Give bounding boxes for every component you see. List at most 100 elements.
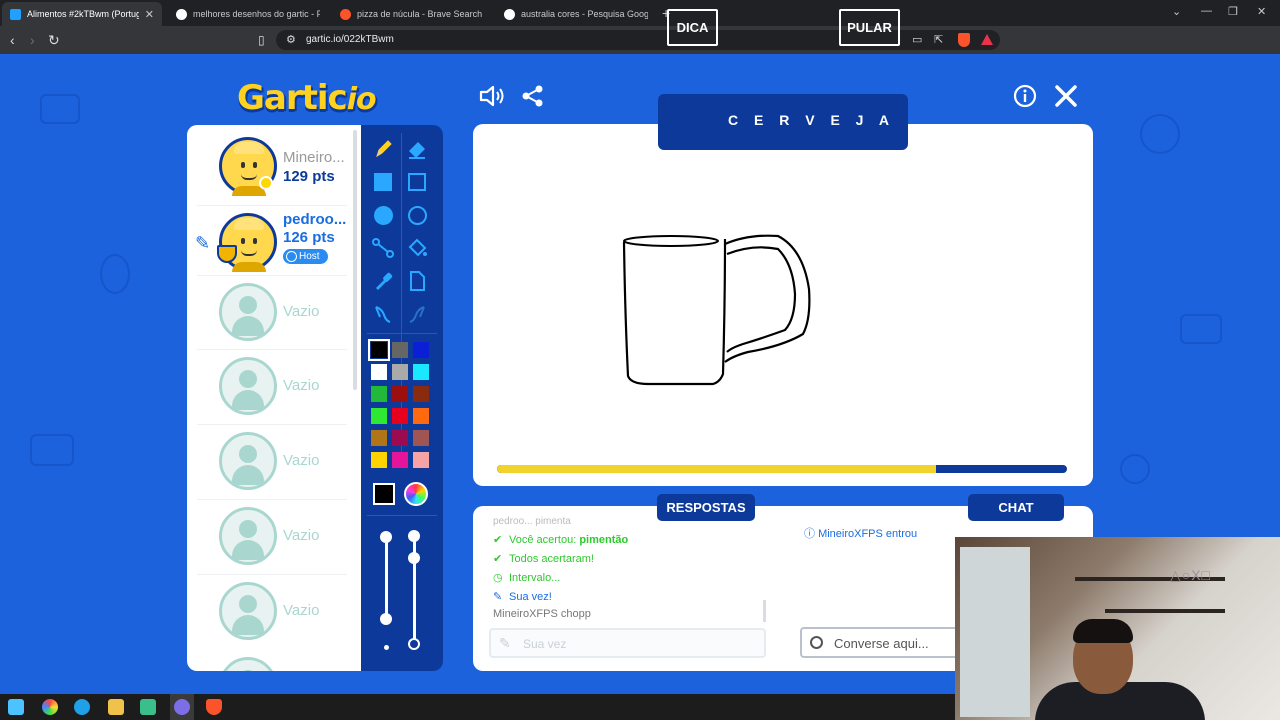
cast-icon[interactable]: ▭	[912, 33, 922, 46]
background-doodle	[30, 434, 74, 466]
browser-tab-4[interactable]: australia cores - Pesquisa Google	[496, 2, 656, 26]
chat-placeholder: Converse aqui...	[834, 636, 929, 651]
empty-avatar-icon	[219, 657, 277, 671]
chat-input[interactable]: Converse aqui...	[800, 627, 960, 658]
color-swatch[interactable]	[413, 408, 429, 424]
color-swatch[interactable]	[413, 364, 429, 380]
bookmark-icon[interactable]: ▯	[258, 33, 265, 47]
brush-size-slider-track[interactable]	[385, 540, 388, 620]
skip-button[interactable]: PULAR	[839, 9, 900, 46]
brave-rewards-icon[interactable]	[981, 34, 993, 45]
webcam-window	[960, 547, 1030, 717]
brave-taskbar-icon[interactable]	[206, 699, 222, 715]
color-swatch[interactable]	[413, 452, 429, 468]
color-swatch[interactable]	[392, 452, 408, 468]
color-picker-wheel-icon[interactable]	[404, 482, 428, 506]
new-page-tool-icon[interactable]	[401, 265, 433, 297]
sound-icon[interactable]	[478, 84, 506, 108]
answer-line: ✔ Todos acertaram!	[493, 552, 594, 565]
brave-shield-icon[interactable]	[958, 33, 970, 47]
close-window-icon[interactable]: ✕	[1257, 5, 1266, 18]
fill-bucket-tool-icon[interactable]	[401, 232, 433, 264]
info-icon[interactable]	[1013, 84, 1037, 108]
hint-button[interactable]: DICA	[667, 9, 718, 46]
mug-drawing	[622, 234, 811, 386]
answer-text: Você acertou:	[509, 534, 580, 546]
store-icon[interactable]	[140, 699, 156, 715]
round-timer-fill	[497, 465, 936, 473]
color-swatch[interactable]	[371, 452, 387, 468]
circle-tool-icon[interactable]	[401, 199, 433, 231]
close-game-icon[interactable]	[1054, 84, 1078, 108]
eyedropper-tool-icon[interactable]	[367, 265, 399, 297]
empty-slot: Vazio	[187, 349, 355, 423]
drawing-canvas[interactable]	[473, 124, 1093, 486]
color-swatch[interactable]	[413, 342, 429, 358]
answer-line: ✔ Você acertou: pimentão	[493, 533, 628, 546]
divider	[367, 333, 437, 334]
filled-circle-tool-icon[interactable]	[367, 199, 399, 231]
answers-scrollbar[interactable]	[763, 600, 766, 622]
answer-input[interactable]: ✎ Sua vez	[489, 628, 766, 658]
edge-taskbar-icon[interactable]	[74, 699, 90, 715]
file-explorer-icon[interactable]	[108, 699, 124, 715]
color-swatch[interactable]	[392, 430, 408, 446]
brave-favicon-icon	[340, 8, 351, 20]
color-swatch[interactable]	[371, 386, 387, 402]
current-color-swatch[interactable]	[373, 483, 395, 505]
answer-text: MineiroXFPS chopp	[493, 608, 591, 620]
browser-tab-bar: Alimentos #2kTBwm (Portuguê... ✕ melhore…	[0, 0, 1280, 26]
players-panel: Mineiro... 129 pts ✎ pedroo... 126 pts H…	[187, 125, 361, 671]
answer-highlight: pimentão	[579, 534, 629, 546]
discord-taskbar-icon[interactable]	[174, 699, 190, 715]
undo-tool-icon[interactable]	[367, 298, 399, 330]
share-icon[interactable]	[521, 84, 545, 108]
tab-chat[interactable]: CHAT	[968, 494, 1064, 521]
browser-tab-title: Alimentos #2kTBwm (Portuguê...	[27, 9, 139, 19]
tab-answers[interactable]: RESPOSTAS	[657, 494, 755, 521]
gartic-favicon-icon	[10, 8, 21, 20]
eraser-tool-icon[interactable]	[401, 133, 433, 165]
color-swatch[interactable]	[371, 408, 387, 424]
chrome-taskbar-icon[interactable]	[42, 699, 58, 715]
close-tab-icon[interactable]: ✕	[145, 8, 154, 21]
line-tool-icon[interactable]	[367, 232, 399, 264]
empty-slot-label: Vazio	[283, 602, 320, 619]
color-swatch[interactable]	[371, 430, 387, 446]
tab-search-icon[interactable]: ⌄	[1172, 5, 1181, 18]
player-name: Mineiro...	[283, 149, 345, 166]
site-info-icon[interactable]: ⚙	[286, 33, 296, 46]
secret-word: C E R V E J A	[728, 112, 895, 128]
answer-line-faded: pedroo... pimenta	[493, 516, 571, 526]
pencil-tool-icon[interactable]	[367, 133, 399, 165]
color-swatch[interactable]	[413, 430, 429, 446]
opacity-slider-knob[interactable]	[408, 552, 420, 564]
back-icon[interactable]: ‹	[10, 32, 15, 48]
player-card: ✎ pedroo... 126 pts Host	[187, 205, 355, 279]
color-swatch[interactable]	[371, 364, 387, 380]
color-swatch[interactable]	[392, 386, 408, 402]
color-swatch[interactable]	[413, 386, 429, 402]
rectangle-tool-icon[interactable]	[401, 166, 433, 198]
redo-tool-icon[interactable]	[401, 298, 433, 330]
browser-tab-1[interactable]: Alimentos #2kTBwm (Portuguê... ✕	[2, 2, 162, 26]
maximize-icon[interactable]: ❐	[1228, 5, 1238, 18]
color-swatch[interactable]	[392, 364, 408, 380]
color-swatch[interactable]	[368, 339, 390, 361]
browser-tab-3[interactable]: pizza de núcula - Brave Search	[332, 2, 492, 26]
minimize-icon[interactable]: —	[1201, 5, 1212, 17]
color-swatch[interactable]	[392, 408, 408, 424]
forward-icon[interactable]: ›	[30, 32, 35, 48]
color-swatch[interactable]	[392, 342, 408, 358]
windows-start-icon[interactable]	[8, 699, 24, 715]
google-favicon-icon	[176, 8, 187, 20]
browser-tab-2[interactable]: melhores desenhos do gartic - Pesqu...	[168, 2, 328, 26]
brush-size-slider-knob[interactable]	[380, 613, 392, 625]
filled-rectangle-tool-icon[interactable]	[367, 166, 399, 198]
players-scrollbar[interactable]	[353, 130, 357, 390]
share-icon[interactable]: ⇱	[934, 33, 943, 46]
empty-slot: Vazio	[187, 424, 355, 498]
webcam-wall-text: △○X□	[1170, 567, 1212, 583]
answer-line: ◷ Intervalo...	[493, 571, 560, 584]
reload-icon[interactable]: ↻	[48, 32, 60, 49]
